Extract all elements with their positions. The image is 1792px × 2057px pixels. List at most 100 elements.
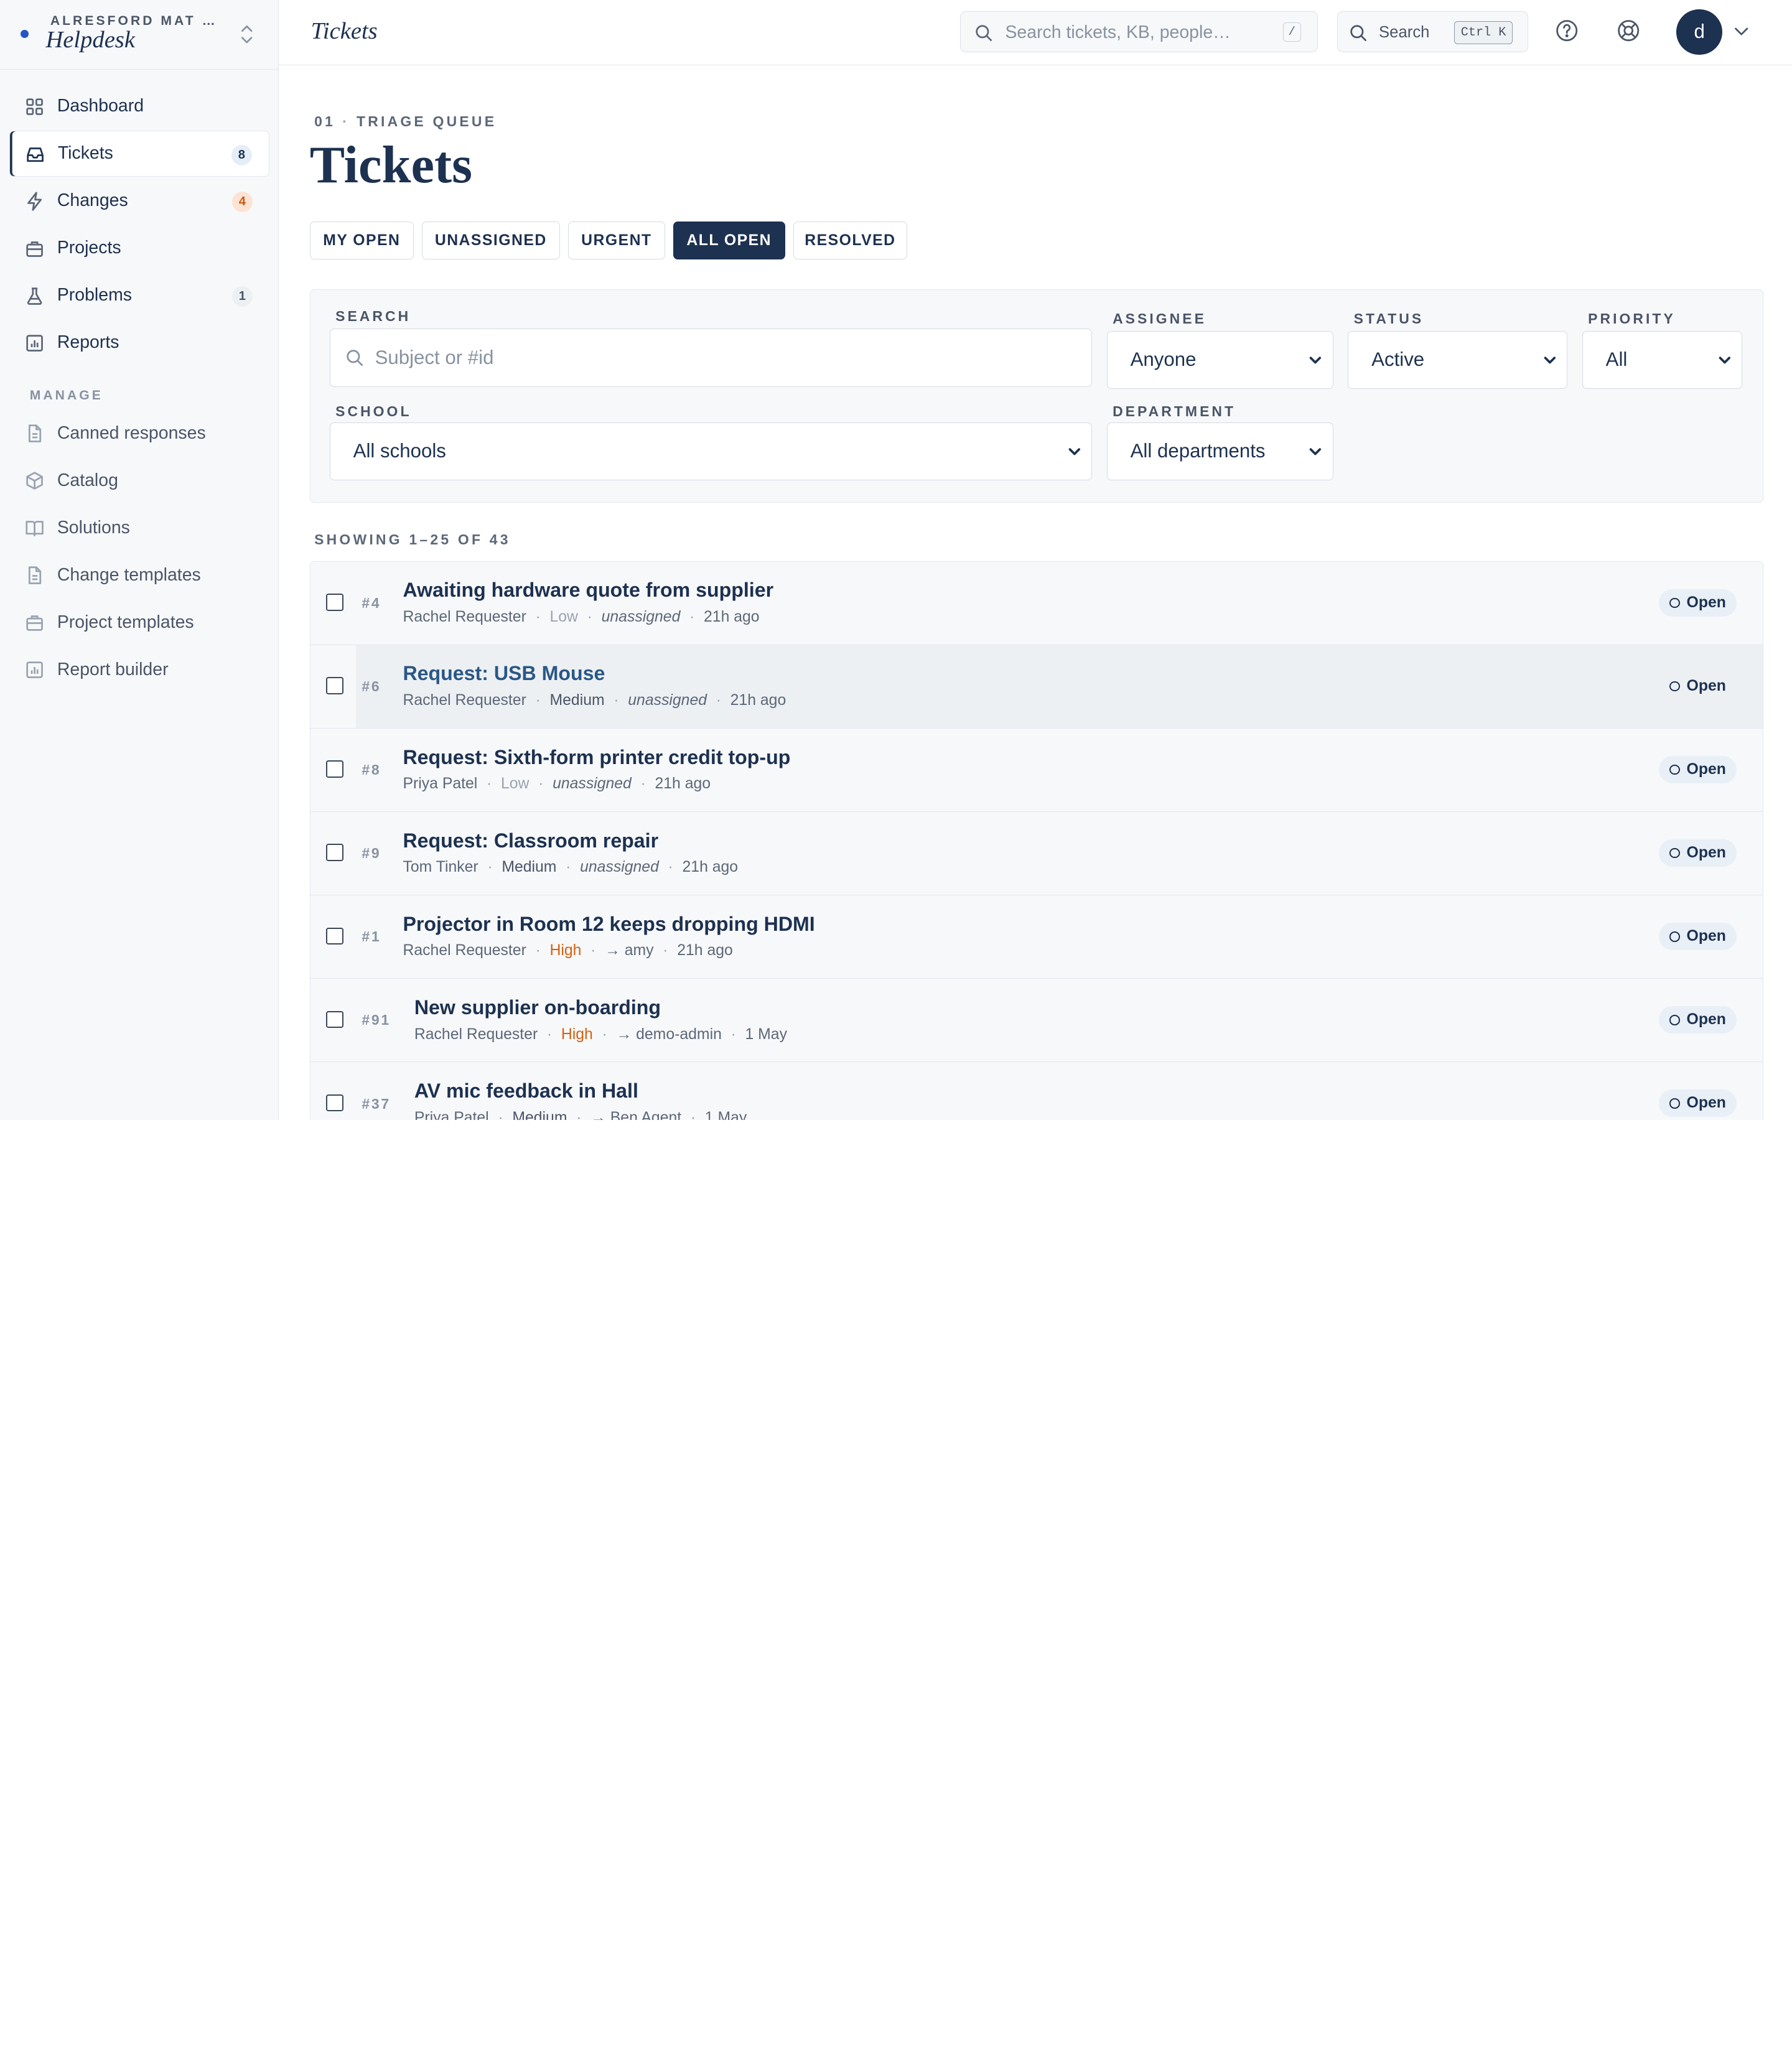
eyebrow-number: 01 bbox=[314, 113, 336, 129]
nav-item-tickets[interactable]: Tickets 8 bbox=[9, 131, 270, 177]
ticket-subject[interactable]: Projector in Room 12 keeps dropping HDMI bbox=[403, 913, 814, 936]
row-checkbox[interactable] bbox=[326, 760, 343, 778]
meta-separator: · bbox=[538, 775, 544, 793]
ticket-subject[interactable]: New supplier on-boarding bbox=[414, 996, 661, 1019]
status-ring-icon bbox=[1669, 681, 1680, 692]
meta-separator: · bbox=[535, 692, 541, 709]
nav-item-catalog[interactable]: Catalog bbox=[9, 457, 270, 503]
ticket-row[interactable]: #91 New supplier on-boarding Rachel Requ… bbox=[310, 979, 1763, 1063]
nav-item-projects[interactable]: Projects bbox=[9, 225, 270, 271]
search-icon bbox=[347, 350, 363, 366]
tab-resolved[interactable]: RESOLVED bbox=[793, 222, 908, 259]
meta-separator: · bbox=[546, 1025, 553, 1043]
ticket-subject[interactable]: Request: Classroom repair bbox=[403, 829, 658, 852]
nav-item-project-templates[interactable]: Project templates bbox=[9, 599, 270, 645]
ticket-assignee: unassigned bbox=[553, 775, 632, 793]
filter-label-school: SCHOOL bbox=[335, 403, 412, 419]
chevron-down-icon bbox=[1719, 357, 1730, 364]
priority-select[interactable]: All bbox=[1582, 330, 1743, 389]
ticket-requester: Rachel Requester bbox=[403, 609, 526, 626]
ticket-id: #9 bbox=[362, 845, 381, 862]
status-label: Open bbox=[1686, 761, 1726, 778]
status-label: Open bbox=[1686, 928, 1726, 945]
tab-urgent[interactable]: URGENT bbox=[567, 222, 665, 259]
box-icon bbox=[26, 472, 44, 490]
lightning-icon bbox=[27, 192, 42, 211]
command-palette-button[interactable]: Search Ctrl K bbox=[1337, 11, 1528, 53]
tab-my-open[interactable]: MY OPEN bbox=[309, 222, 414, 259]
department-select[interactable]: All departments bbox=[1106, 422, 1333, 481]
ticket-subject[interactable]: AV mic feedback in Hall bbox=[414, 1080, 638, 1103]
help-icon[interactable] bbox=[1554, 18, 1579, 43]
status-badge: Open bbox=[1659, 1006, 1737, 1034]
ticket-row[interactable]: #4 Awaiting hardware quote from supplier… bbox=[310, 561, 1763, 645]
ticket-search-input[interactable]: Subject or #id bbox=[329, 329, 1093, 387]
shortcut-key: Ctrl K bbox=[1454, 21, 1513, 44]
nav-item-label: Catalog bbox=[57, 470, 118, 490]
ticket-time: 21h ago bbox=[704, 609, 760, 626]
select-value: All departments bbox=[1130, 440, 1266, 462]
workspace-switcher[interactable]: ALRESFORD MAT … Helpdesk bbox=[0, 0, 279, 70]
nav-item-changes[interactable]: Changes 4 bbox=[9, 178, 270, 223]
ticket-priority: Low bbox=[549, 609, 578, 626]
ticket-assignee: → amy bbox=[605, 942, 654, 959]
school-select[interactable]: All schools bbox=[329, 422, 1093, 481]
nav-item-problems[interactable]: Problems 1 bbox=[9, 273, 270, 318]
ticket-row[interactable]: #37 AV mic feedback in Hall Priya Patel ·… bbox=[310, 1062, 1763, 1120]
command-label: Search bbox=[1379, 23, 1430, 41]
nav-item-report-builder[interactable]: Report builder bbox=[9, 646, 270, 692]
row-checkbox[interactable] bbox=[326, 677, 343, 694]
meta-separator: · bbox=[602, 1025, 607, 1043]
grid-icon bbox=[26, 98, 44, 116]
primary-nav: Dashboard Tickets 8 Changes 4 Projects P… bbox=[9, 83, 270, 367]
ticket-assignee: → demo-admin bbox=[616, 1025, 722, 1043]
ticket-subject[interactable]: Request: USB Mouse bbox=[403, 662, 605, 685]
ticket-meta: Rachel Requester · High · → amy · 21h ago bbox=[403, 942, 732, 959]
search-placeholder: Subject or #id bbox=[375, 346, 494, 368]
chart-icon bbox=[26, 335, 44, 352]
row-highlight bbox=[356, 645, 1763, 728]
ticket-subject[interactable]: Request: Sixth-form printer credit top-u… bbox=[403, 746, 790, 769]
ticket-subject[interactable]: Awaiting hardware quote from supplier bbox=[403, 579, 773, 602]
ticket-list: #4 Awaiting hardware quote from supplier… bbox=[309, 561, 1763, 1120]
status-select[interactable]: Active bbox=[1348, 330, 1568, 389]
row-checkbox[interactable] bbox=[326, 844, 343, 862]
ticket-priority: High bbox=[549, 942, 582, 959]
chevron-down-icon bbox=[1544, 357, 1556, 364]
nav-item-change-templates[interactable]: Change templates bbox=[9, 552, 270, 597]
row-checkbox[interactable] bbox=[326, 1010, 343, 1028]
book-icon bbox=[26, 521, 44, 537]
assignee-select[interactable]: Anyone bbox=[1106, 330, 1333, 389]
tab-unassigned[interactable]: UNASSIGNED bbox=[421, 222, 560, 259]
ticket-row[interactable]: #8 Request: Sixth-form printer credit to… bbox=[310, 728, 1763, 813]
ticket-priority: High bbox=[561, 1025, 593, 1043]
nav-item-label: Project templates bbox=[57, 612, 194, 632]
chevron-down-icon[interactable] bbox=[1732, 22, 1750, 40]
status-badge: Open bbox=[1659, 839, 1737, 867]
row-checkbox[interactable] bbox=[326, 594, 343, 611]
row-checkbox[interactable] bbox=[326, 1094, 343, 1112]
ticket-meta: Tom Tinker · Medium · unassigned · 21h ago bbox=[403, 859, 738, 876]
ticket-assignee: unassigned bbox=[601, 609, 681, 626]
filter-label-priority: PRIORITY bbox=[1588, 310, 1676, 327]
nav-item-dashboard[interactable]: Dashboard bbox=[9, 83, 270, 129]
status-ring-icon bbox=[1669, 1098, 1680, 1109]
ticket-row[interactable]: #9 Request: Classroom repair Tom Tinker ·… bbox=[310, 812, 1763, 896]
meta-separator: · bbox=[487, 775, 492, 793]
nav-item-solutions[interactable]: Solutions bbox=[9, 505, 270, 550]
ticket-row[interactable]: #1 Projector in Room 12 keeps dropping H… bbox=[310, 895, 1763, 979]
nav-item-canned-responses[interactable]: Canned responses bbox=[9, 410, 270, 455]
chevron-down-icon bbox=[1309, 357, 1322, 364]
ticket-assignee: unassigned bbox=[628, 692, 707, 709]
chevron-updown-icon bbox=[241, 25, 253, 44]
nav-item-reports[interactable]: Reports bbox=[9, 320, 270, 365]
ticket-time: 21h ago bbox=[730, 692, 786, 709]
user-avatar[interactable]: d bbox=[1676, 9, 1722, 55]
ticket-row[interactable]: #6 Request: USB Mouse Rachel Requester · M… bbox=[310, 645, 1763, 729]
manage-nav: Canned responses Catalog Solutions Chang… bbox=[9, 410, 270, 694]
tab-all-open[interactable]: ALL OPEN bbox=[673, 222, 785, 259]
status-ring-icon bbox=[1669, 931, 1680, 942]
row-checkbox[interactable] bbox=[326, 927, 343, 945]
global-search-input[interactable]: Search tickets, KB, people… / bbox=[959, 11, 1318, 53]
lifebuoy-icon[interactable] bbox=[1616, 18, 1641, 43]
